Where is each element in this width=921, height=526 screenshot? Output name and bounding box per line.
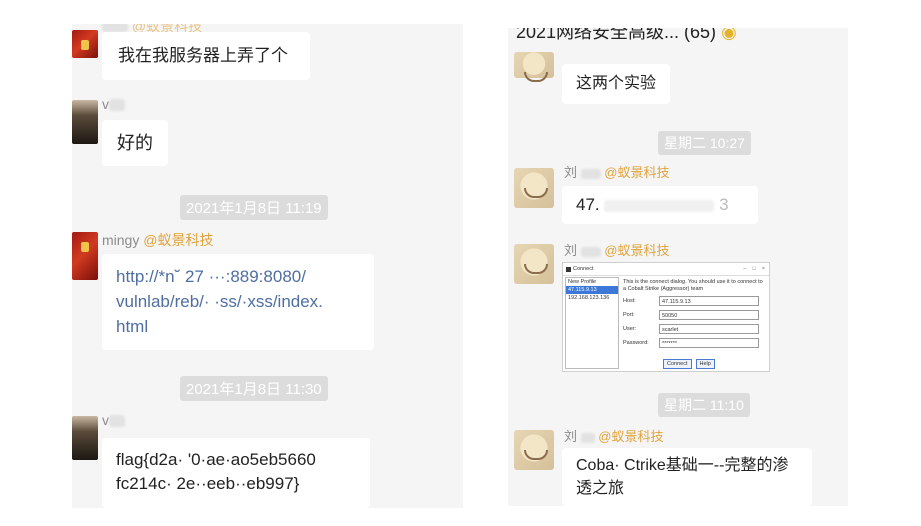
url-link-line-3[interactable]: html [116,314,360,339]
avatar[interactable] [514,430,554,470]
timestamp: 2021年1月8日 11:19 [180,195,328,220]
minimize-icon: – [743,266,747,272]
message-text-end: 3 [719,195,729,214]
close-icon: × [761,266,765,272]
profile-item: New Profile [568,279,597,285]
app-icon [566,266,571,272]
dialog-titlebar: Connect – □ × [563,263,769,276]
message-bubble[interactable]: 这两个实验 [562,64,670,104]
avatar[interactable] [72,100,98,144]
password-label: Password: [623,340,649,346]
maximize-icon: □ [752,266,756,272]
message-bubble[interactable]: 47. 3 [562,186,758,224]
profile-item: 192.168.123.136 [568,295,610,301]
group-title: 2021网络安全高级... (65) ◉ [516,28,737,44]
avatar[interactable] [514,52,554,82]
link-message-bubble[interactable]: http://*n˘ 27 ···:889:8080/ vulnlab/reb/… [102,254,374,350]
avatar[interactable] [72,416,98,460]
avatar[interactable] [514,168,554,208]
avatar[interactable] [514,244,554,284]
timestamp: 2021年1月8日 11:30 [180,376,328,401]
sender-name: 刘 @蚁景科技 [564,429,664,444]
sender-name: v [102,412,125,428]
sender-name: 刘 @蚁景科技 [564,243,670,258]
connect-button: Connect [663,359,692,369]
user-label: User: [623,326,637,332]
dialog-description: This is the connect dialog. You should u… [623,279,763,292]
right-chat-panel: 2021网络安全高级... (65) ◉ 这两个实验 星期二 10:27 刘 @… [508,28,848,506]
shared-article-bubble[interactable]: Coba· Ctrike基础一--完整的渗 透之旅 [562,448,812,506]
message-text-start: 47. [576,195,600,214]
timestamp: 星期二 10:27 [658,131,751,155]
message-text: 这两个实验 [575,75,656,92]
sender-name: 刘 @蚁景科技 [564,165,670,180]
sender-name: mingy @蚁景科技 [102,232,214,248]
flag-text-line-2: fc214c· 2e··eeb··eb997} [116,474,300,493]
avatar[interactable] [72,30,98,58]
port-field: 50050 [659,310,759,320]
user-field: scarlet [659,324,759,334]
dialog-title: Connect [573,266,594,272]
status-icon: ◉ [721,28,737,42]
message-bubble[interactable]: 我在我服务器上弄了个 [102,32,310,80]
message-text: 好的 [117,133,153,153]
message-bubble[interactable]: flag{d2a· '0·ae·ao5eb5660 fc214c· 2e··ee… [102,438,370,508]
host-field: 47.115.9.13 [659,296,759,306]
cobalt-strike-connect-screenshot[interactable]: Connect – □ × New Profile 47.115.9.13 19… [562,262,770,372]
article-title-line-2: 透之旅 [576,480,625,497]
message-text: 我在我服务器上弄了个 [118,46,288,65]
connect-form: This is the connect dialog. You should u… [623,279,763,351]
help-button: Help [695,359,715,369]
flag-text-line-1: flag{d2a· '0·ae·ao5eb5660 [116,450,316,469]
message-bubble[interactable]: 好的 [102,120,168,166]
timestamp: 星期二 11:10 [658,393,750,417]
url-link-line-1[interactable]: http://*n˘ 27 ···:889:8080/ [116,264,360,289]
profile-list: New Profile 47.115.9.13 192.168.123.136 [565,277,619,369]
profile-item-selected: 47.115.9.13 [566,286,618,294]
password-field: ******* [659,338,759,348]
left-chat-panel: @蚁景科技 我在我服务器上弄了个 v 好的 2021年1月8日 11:19 mi… [72,24,463,508]
avatar[interactable] [72,232,98,280]
sender-name: v [102,96,125,112]
port-label: Port: [623,312,635,318]
article-title-line-1: Coba· Ctrike基础一--完整的渗 [576,457,789,474]
url-link-line-2[interactable]: vulnlab/reb/· ·ss/·xss/index. [116,289,360,314]
host-label: Host: [623,298,636,304]
